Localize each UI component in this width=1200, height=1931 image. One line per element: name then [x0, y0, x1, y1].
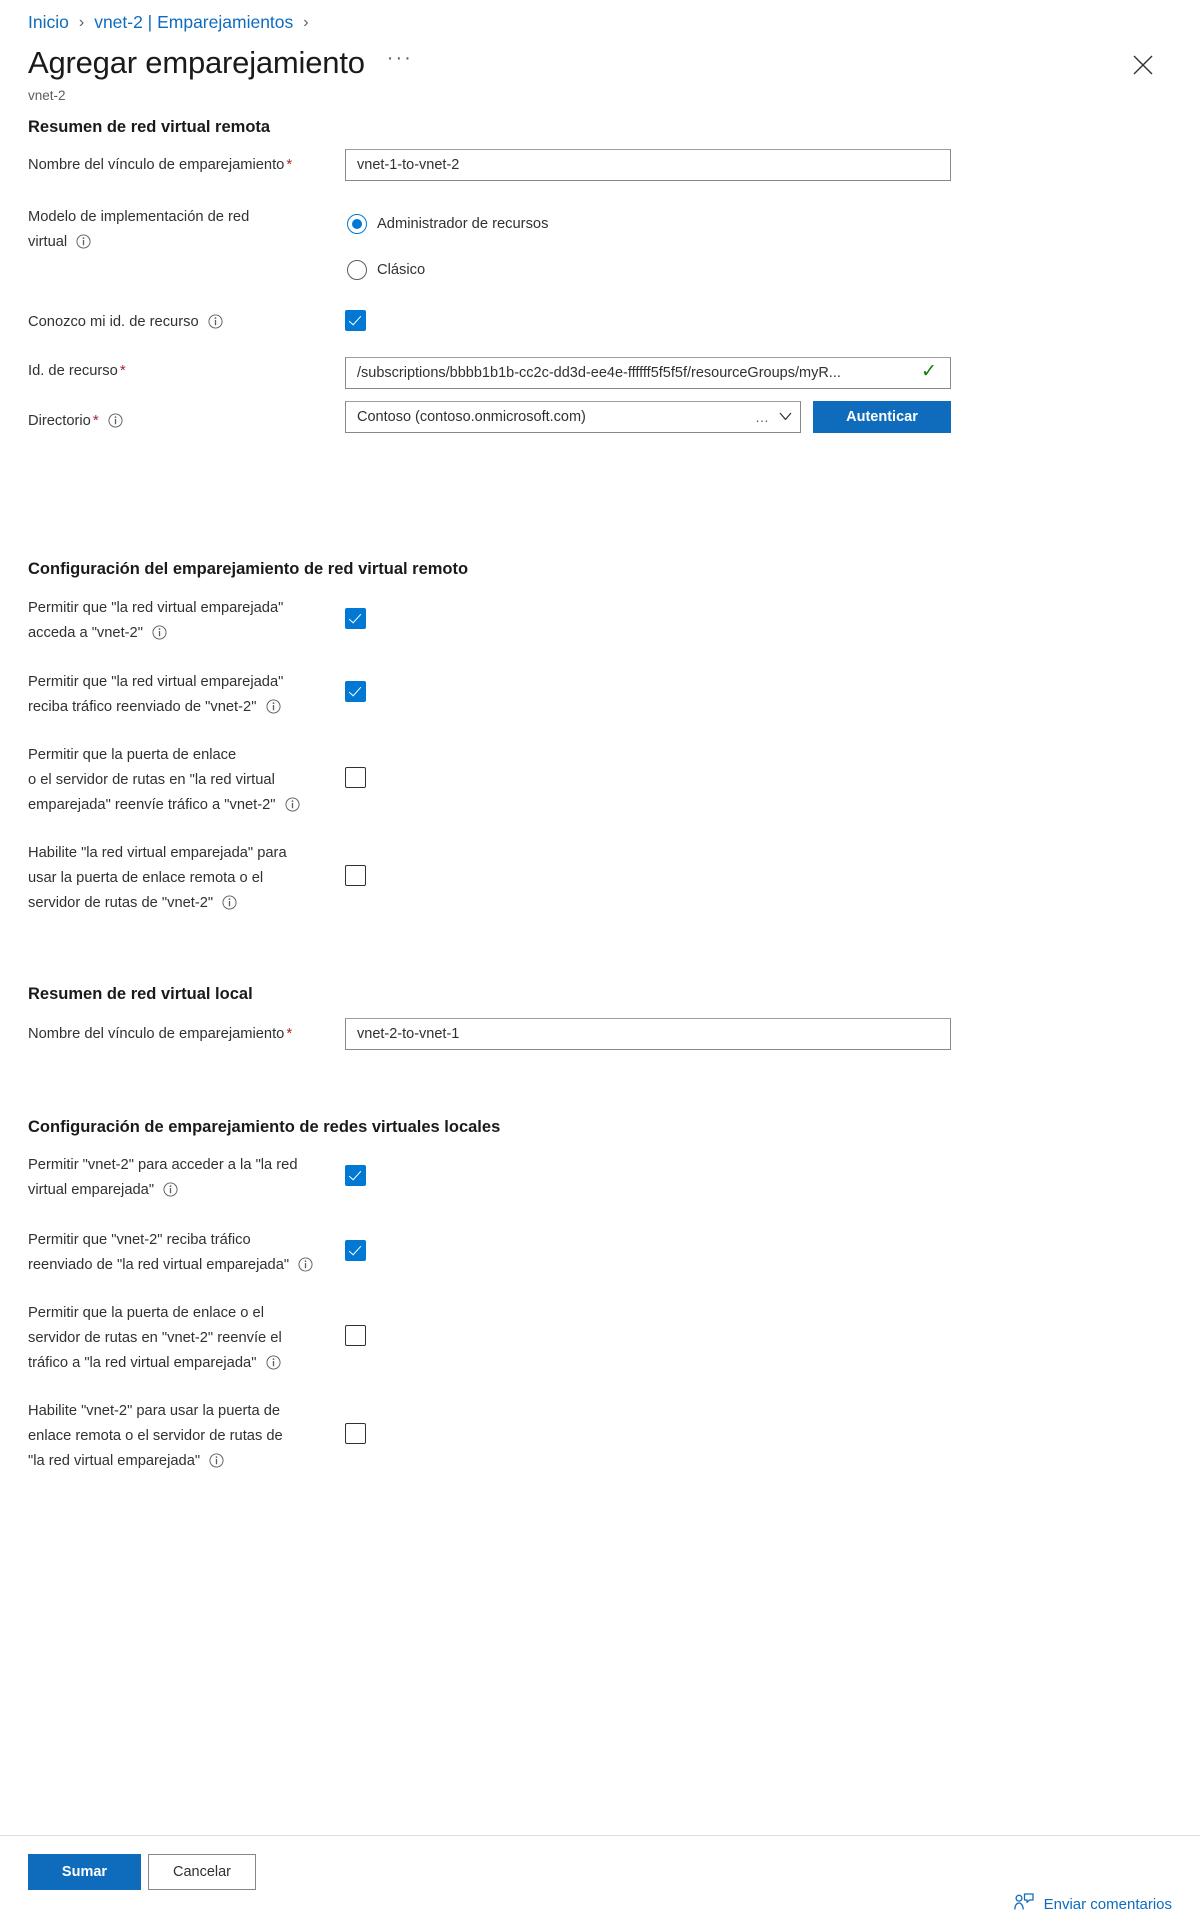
checkbox-know-resource-id[interactable]: [345, 310, 366, 331]
section-heading-remote-summary: Resumen de red virtual remota: [28, 118, 271, 136]
chevron-down-icon: [779, 410, 792, 424]
page-title: Agregar emparejamiento: [28, 45, 365, 80]
required-marker-resource-id: *: [119, 362, 126, 379]
send-feedback-link[interactable]: Enviar comentarios: [1013, 1893, 1172, 1915]
label-remote-use-remote-gateway: Habilite "la red virtual emparejada" par…: [28, 841, 338, 919]
label-remote-allow-forwarded: Permitir que "la red virtual emparejada"…: [28, 670, 338, 723]
directory-dropdown[interactable]: Contoso (contoso.onmicrosoft.com) …: [345, 401, 801, 433]
label-know-resource-id: Conozco mi id. de recurso: [28, 310, 338, 338]
info-icon-local-allow-access[interactable]: [163, 1181, 178, 1206]
label-resource-id: Id. de recurso *: [28, 362, 126, 379]
breadcrumb-item-home[interactable]: Inicio: [28, 12, 69, 33]
more-options-icon[interactable]: ···: [387, 48, 413, 73]
page-subtitle: vnet-2: [28, 88, 66, 103]
checkbox-local-allow-forwarded[interactable]: [345, 1240, 366, 1261]
directory-overflow-dots: …: [755, 409, 770, 425]
checkbox-local-use-remote-gateway[interactable]: [345, 1423, 366, 1444]
label-remote-allow-gateway-transit: Permitir que la puerta de enlace o el se…: [28, 743, 338, 821]
radio-resource-manager-label: Administrador de recursos: [377, 216, 549, 232]
breadcrumb: Inicio › vnet-2 | Emparejamientos ›: [28, 12, 309, 33]
required-marker: *: [286, 156, 293, 173]
required-marker-directory: *: [92, 412, 99, 429]
checkbox-local-allow-access[interactable]: [345, 1165, 366, 1186]
label-local-peering-link-name: Nombre del vínculo de emparejamiento *: [28, 1025, 293, 1042]
directory-selected-value: Contoso (contoso.onmicrosoft.com): [357, 409, 586, 425]
info-icon-know-resource-id[interactable]: [208, 313, 223, 338]
section-heading-remote-config: Configuración del emparejamiento de red …: [28, 560, 469, 578]
checkbox-remote-use-remote-gateway[interactable]: [345, 865, 366, 886]
breadcrumb-separator-icon: ›: [78, 13, 85, 31]
radio-classic[interactable]: Clásico: [347, 260, 425, 280]
resource-id-input[interactable]: [345, 357, 951, 389]
label-local-use-remote-gateway: Habilite "vnet-2" para usar la puerta de…: [28, 1399, 338, 1477]
info-icon-deployment-model[interactable]: [76, 233, 91, 258]
section-heading-local-config: Configuración de emparejamiento de redes…: [28, 1118, 501, 1136]
blade-footer: Sumar Cancelar Enviar comentarios: [0, 1835, 1200, 1931]
add-button[interactable]: Sumar: [28, 1854, 141, 1890]
local-peering-link-name-input[interactable]: [345, 1018, 951, 1050]
label-deployment-model: Modelo de implementación de red virtual: [28, 205, 328, 258]
checkbox-remote-allow-access[interactable]: [345, 608, 366, 629]
checkbox-remote-allow-gateway-transit[interactable]: [345, 767, 366, 788]
label-local-allow-gateway-transit: Permitir que la puerta de enlace o el se…: [28, 1301, 338, 1379]
authenticate-button[interactable]: Autenticar: [813, 401, 951, 433]
info-icon-remote-allow-access[interactable]: [152, 624, 167, 649]
breadcrumb-separator-icon-2: ›: [303, 13, 309, 31]
radio-classic-indicator: [347, 260, 367, 280]
radio-resource-manager[interactable]: Administrador de recursos: [347, 214, 548, 234]
info-icon-local-use-remote-gateway[interactable]: [209, 1452, 224, 1477]
section-heading-local-summary: Resumen de red virtual local: [28, 985, 253, 1003]
info-icon-remote-use-remote-gateway[interactable]: [222, 894, 237, 919]
title-row: Agregar emparejamiento ···: [28, 44, 413, 82]
label-local-allow-access: Permitir "vnet-2" para acceder a la "la …: [28, 1153, 338, 1206]
radio-resource-manager-indicator: [347, 214, 367, 234]
label-directory: Directorio *: [28, 408, 338, 437]
info-icon-local-gateway-transit[interactable]: [265, 1354, 281, 1379]
close-icon[interactable]: [1130, 52, 1156, 78]
breadcrumb-item-vnet2-peerings[interactable]: vnet-2 | Emparejamientos: [94, 12, 293, 33]
info-icon-local-allow-forwarded[interactable]: [298, 1256, 313, 1281]
checkbox-remote-allow-forwarded[interactable]: [345, 681, 366, 702]
required-marker-local-name: *: [286, 1025, 293, 1042]
info-icon-directory[interactable]: [108, 412, 123, 437]
radio-classic-label: Clásico: [377, 262, 426, 278]
person-feedback-icon: [1013, 1893, 1034, 1915]
label-remote-allow-access: Permitir que "la red virtual emparejada"…: [28, 596, 338, 649]
cancel-button[interactable]: Cancelar: [148, 1854, 256, 1890]
remote-peering-link-name-input[interactable]: [345, 149, 951, 181]
info-icon-remote-allow-forwarded[interactable]: [265, 698, 281, 723]
info-icon-remote-gateway-transit[interactable]: [285, 796, 300, 821]
label-remote-peering-link-name: Nombre del vínculo de emparejamiento *: [28, 156, 293, 173]
send-feedback-label: Enviar comentarios: [1043, 1895, 1172, 1913]
checkbox-local-allow-gateway-transit[interactable]: [345, 1325, 366, 1346]
label-local-allow-forwarded: Permitir que "vnet-2" reciba tráfico ree…: [28, 1228, 338, 1281]
add-peering-blade: Inicio › vnet-2 | Emparejamientos › Agre…: [0, 0, 1200, 1931]
